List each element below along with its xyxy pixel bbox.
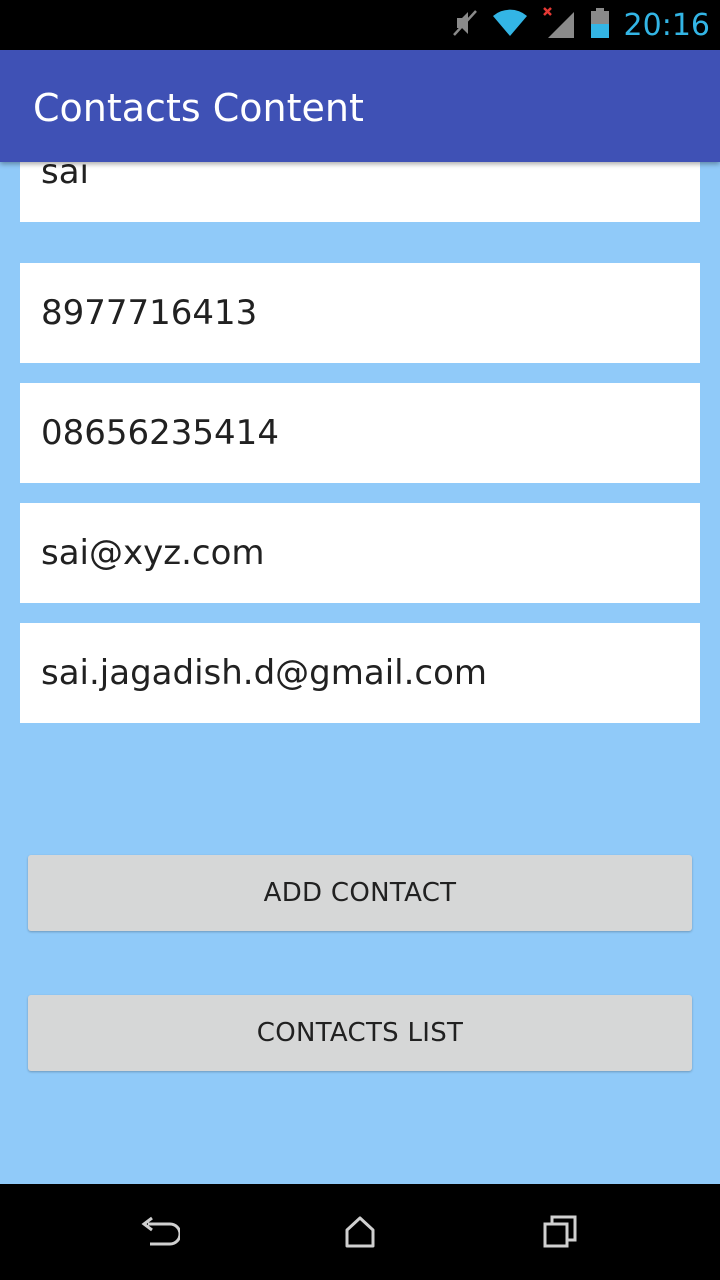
app-title: Contacts Content (33, 86, 364, 130)
name-field[interactable]: sai (20, 162, 700, 222)
screen: 20:16 Contacts Content sai 8977716413 08… (0, 0, 720, 1280)
phone-number-field-value: 08656235414 (41, 413, 279, 453)
name-field-value: sai (41, 162, 89, 192)
phone-number-field[interactable]: 08656235414 (20, 383, 700, 483)
secondary-email-field-value: sai.jagadish.d@gmail.com (41, 653, 488, 693)
status-bar: 20:16 (0, 0, 720, 50)
add-contact-button[interactable]: ADD CONTACT (28, 855, 692, 931)
status-icons: 20:16 (452, 0, 710, 50)
battery-icon (590, 7, 610, 44)
app-bar: Contacts Content (0, 50, 720, 162)
recent-apps-icon[interactable] (540, 1212, 580, 1252)
navigation-bar (0, 1184, 720, 1280)
email-field-value: sai@xyz.com (41, 533, 265, 573)
contact-form: sai 8977716413 08656235414 sai@xyz.com s… (0, 162, 720, 1184)
contacts-list-button[interactable]: CONTACTS LIST (28, 995, 692, 1071)
back-icon[interactable] (140, 1212, 182, 1252)
signal-no-service-icon (542, 6, 576, 45)
home-icon[interactable] (340, 1212, 380, 1252)
mobile-number-field[interactable]: 8977716413 (20, 263, 700, 363)
wifi-icon (492, 8, 528, 43)
email-field[interactable]: sai@xyz.com (20, 503, 700, 603)
secondary-email-field[interactable]: sai.jagadish.d@gmail.com (20, 623, 700, 723)
mobile-number-field-value: 8977716413 (41, 293, 258, 333)
status-time: 20:16 (623, 7, 710, 43)
mute-icon (452, 8, 478, 43)
